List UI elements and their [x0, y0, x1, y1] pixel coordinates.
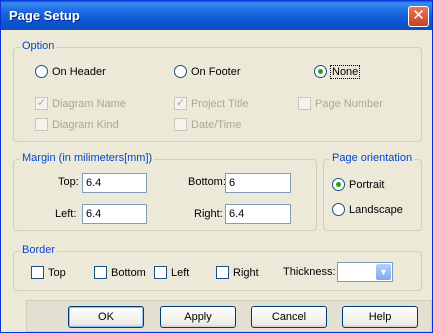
bottom-label: Bottom: — [188, 176, 226, 188]
radio-on-footer-label: On Footer — [191, 65, 241, 78]
radio-none-circle — [314, 65, 327, 78]
check-project-title-box: ✓ — [174, 97, 187, 110]
check-project-title[interactable]: ✓ Project Title — [174, 97, 248, 110]
check-date-time[interactable]: Date/Time — [174, 118, 241, 131]
check-diagram-kind-label: Diagram Kind — [52, 118, 119, 131]
radio-on-header-circle — [35, 65, 48, 78]
check-border-bottom-label: Bottom — [111, 266, 146, 279]
left-field[interactable] — [82, 204, 147, 224]
check-border-right[interactable]: Right — [216, 266, 259, 279]
orientation-legend: Page orientation — [330, 152, 415, 164]
close-button[interactable]: ✕ — [408, 6, 429, 27]
radio-landscape-label: Landscape — [349, 203, 403, 216]
ok-button[interactable]: OK — [68, 306, 144, 328]
close-icon: ✕ — [412, 7, 425, 24]
check-diagram-name-box: ✓ — [35, 97, 48, 110]
check-border-right-box — [216, 266, 229, 279]
orientation-group: Page orientation — [323, 152, 422, 231]
radio-on-footer-circle — [174, 65, 187, 78]
radio-on-footer[interactable]: On Footer — [174, 65, 241, 78]
check-border-bottom[interactable]: Bottom — [94, 266, 146, 279]
check-page-number-label: Page Number — [315, 97, 383, 110]
check-border-top-box — [31, 266, 44, 279]
top-label: Top: — [58, 176, 79, 188]
check-border-top-label: Top — [48, 266, 66, 279]
radio-landscape[interactable]: Landscape — [332, 203, 403, 216]
check-diagram-name[interactable]: ✓ Diagram Name — [35, 97, 126, 110]
margin-legend: Margin (in milimeters[mm]) — [20, 152, 155, 164]
check-page-number-box — [298, 97, 311, 110]
right-field[interactable] — [225, 204, 291, 224]
check-border-left[interactable]: Left — [154, 266, 189, 279]
radio-on-header-label: On Header — [52, 65, 106, 78]
check-border-left-label: Left — [171, 266, 190, 279]
page-setup-dialog: Page Setup ✕ Option On Header On Footer … — [0, 0, 433, 333]
window-title: Page Setup — [9, 8, 80, 23]
border-legend: Border — [20, 244, 58, 256]
apply-button[interactable]: Apply — [160, 306, 236, 328]
radio-none-label: None — [329, 64, 361, 79]
check-border-top[interactable]: Top — [31, 266, 66, 279]
radio-portrait[interactable]: Portrait — [332, 178, 384, 191]
check-diagram-kind[interactable]: Diagram Kind — [35, 118, 119, 131]
chevron-down-icon[interactable]: ▼ — [376, 264, 391, 280]
check-diagram-name-label: Diagram Name — [52, 97, 126, 110]
left-label: Left: — [55, 208, 77, 220]
radio-on-header[interactable]: On Header — [35, 65, 106, 78]
check-page-number[interactable]: Page Number — [298, 97, 383, 110]
check-border-right-label: Right — [233, 266, 259, 279]
thickness-select[interactable]: ▼ — [337, 262, 393, 282]
radio-portrait-label: Portrait — [349, 178, 385, 191]
radio-portrait-circle — [332, 178, 345, 191]
thickness-label: Thickness: — [283, 266, 336, 278]
title-bar[interactable]: Page Setup ✕ — [1, 1, 432, 30]
option-legend: Option — [20, 40, 57, 52]
check-border-left-box — [154, 266, 167, 279]
check-date-time-label: Date/Time — [191, 118, 242, 131]
top-field[interactable] — [82, 173, 147, 193]
check-border-bottom-box — [94, 266, 107, 279]
radio-landscape-circle — [332, 203, 345, 216]
right-label: Right: — [194, 208, 223, 220]
check-date-time-box — [174, 118, 187, 131]
help-button[interactable]: Help — [342, 306, 418, 328]
bottom-field[interactable] — [225, 173, 291, 193]
cancel-button[interactable]: Cancel — [251, 306, 327, 328]
check-diagram-kind-box — [35, 118, 48, 131]
radio-none[interactable]: None — [314, 64, 361, 79]
check-project-title-label: Project Title — [191, 97, 249, 110]
